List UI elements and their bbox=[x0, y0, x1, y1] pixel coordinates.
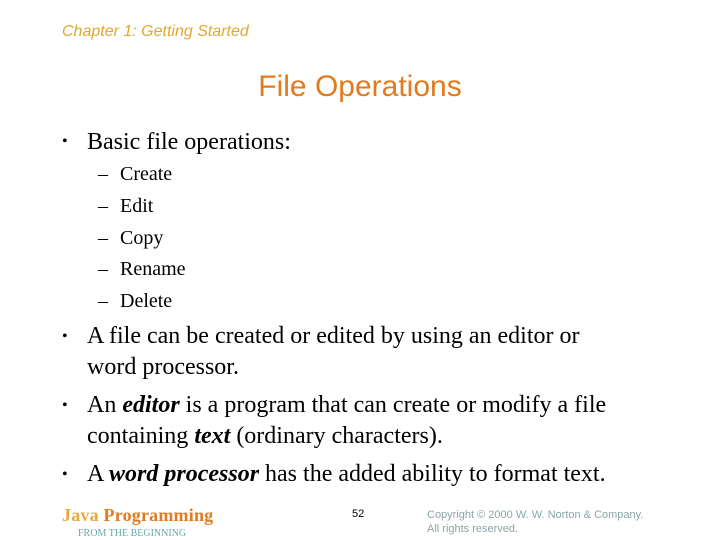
paragraph-line: A file can be created or edited by using… bbox=[87, 323, 580, 349]
chapter-header: Chapter 1: Getting Started bbox=[62, 23, 249, 40]
sub-item-text: Delete bbox=[120, 290, 173, 312]
copyright-line: Copyright © 2000 W. W. Norton & Company. bbox=[427, 509, 644, 521]
dash-icon: – bbox=[98, 163, 108, 185]
dash-icon: – bbox=[98, 227, 108, 249]
paragraph-line: word processor. bbox=[87, 354, 239, 380]
emphasis-editor: editor bbox=[122, 392, 180, 418]
logo-word-programming: Programming bbox=[103, 505, 214, 525]
logo-subtitle: FROM THE BEGINNING bbox=[78, 528, 187, 539]
dash-icon: – bbox=[98, 195, 108, 217]
logo-word-java: Java bbox=[62, 505, 99, 525]
bullet-icon: • bbox=[62, 397, 68, 414]
paragraph-editor-or-wp: • A file can be created or edited by usi… bbox=[62, 321, 682, 383]
sub-item-text: Rename bbox=[120, 258, 186, 280]
text-run: (ordinary characters). bbox=[230, 423, 443, 449]
sub-item-text: Edit bbox=[120, 195, 154, 217]
emphasis-word-processor: word processor bbox=[109, 461, 260, 487]
sub-item-text: Copy bbox=[120, 227, 164, 249]
text-run: has the added ability to format text. bbox=[259, 461, 606, 487]
dash-icon: – bbox=[98, 258, 108, 280]
bullet-icon: • bbox=[62, 133, 68, 150]
copyright-line: All rights reserved. bbox=[427, 523, 519, 535]
page-number: 52 bbox=[352, 508, 365, 520]
bullet-icon: • bbox=[62, 328, 68, 345]
paragraph-line: An editor is a program that can create o… bbox=[87, 390, 682, 421]
slide-title: File Operations bbox=[0, 70, 720, 104]
text-run: An bbox=[87, 392, 123, 418]
text-run: A bbox=[87, 461, 110, 487]
paragraph-line: containing text (ordinary characters). bbox=[87, 421, 682, 452]
emphasis-text: text bbox=[194, 423, 231, 449]
paragraph-word-processor: • A word processor has the added ability… bbox=[62, 459, 682, 490]
sub-item-text: Create bbox=[120, 163, 173, 185]
bullet-icon: • bbox=[62, 466, 68, 483]
paragraph-editor-definition: • An editor is a program that can create… bbox=[62, 390, 682, 452]
bullet-text: Basic file operations: bbox=[87, 129, 291, 155]
copyright-notice: Copyright © 2000 W. W. Norton & Company.… bbox=[427, 508, 643, 536]
dash-icon: – bbox=[98, 290, 108, 312]
text-run: containing bbox=[87, 423, 195, 449]
paragraph-line: A word processor has the added ability t… bbox=[87, 459, 682, 490]
footer-logo: Java Programming bbox=[62, 505, 213, 526]
slide-title-text: File Operations bbox=[258, 70, 462, 103]
text-run: is a program that can create or modify a… bbox=[179, 392, 607, 418]
